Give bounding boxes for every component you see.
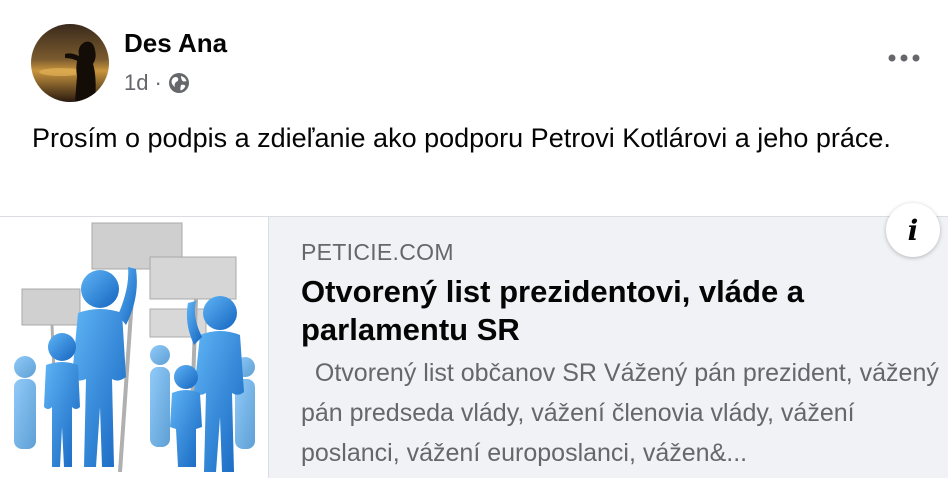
link-domain: PETICIE.COM: [301, 239, 454, 265]
protest-people-illustration: [14, 222, 255, 473]
link-thumbnail[interactable]: [0, 217, 269, 478]
link-preview-card[interactable]: PETICIE.COM Otvorený list prezidentovi, …: [0, 203, 948, 478]
avatar-image: [31, 24, 109, 102]
meta-separator: ·: [154, 70, 162, 95]
link-description: Otvorený list občanov SR Vážený pán prez…: [301, 359, 946, 467]
more-options-icon: [888, 54, 920, 62]
globe-icon[interactable]: [168, 72, 190, 94]
info-icon[interactable]: i: [886, 203, 940, 257]
author-avatar[interactable]: [31, 24, 109, 102]
link-info[interactable]: PETICIE.COM Otvorený list prezidentovi, …: [269, 203, 948, 478]
facebook-post: Des Ana 1d · Prosím o podpis a zdieľanie…: [0, 0, 948, 478]
link-title[interactable]: Otvorený list prezidentovi, vláde a parl…: [301, 273, 901, 349]
post-meta: 1d ·: [124, 70, 190, 96]
post-message: Prosím o podpis a zdieľanie ako podporu …: [32, 123, 891, 153]
post-time[interactable]: 1d: [124, 70, 148, 96]
more-options-button[interactable]: [886, 44, 922, 72]
author-name[interactable]: Des Ana: [124, 28, 227, 59]
